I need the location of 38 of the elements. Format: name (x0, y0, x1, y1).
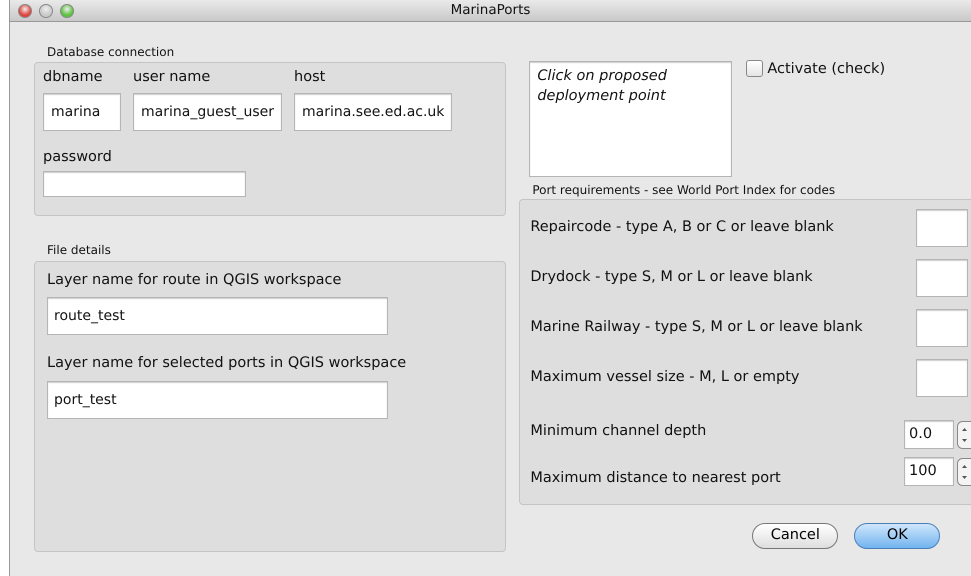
zoom-button[interactable] (60, 4, 74, 18)
input-field[interactable] (916, 259, 968, 298)
field-label: Layer name for route in QGIS workspace (47, 270, 342, 290)
spinner-icon[interactable] (957, 420, 971, 449)
close-button[interactable] (18, 4, 32, 18)
group-title: Port requirements - see World Port Index for codes (531, 183, 836, 197)
field-label: Marine Railway - type S, M or L or leave blank (530, 318, 864, 338)
field-label: Drydock - type S, M or L or leave blank (530, 268, 814, 288)
input-field[interactable]: marina_guest_user (133, 93, 282, 131)
input-field[interactable] (916, 309, 968, 348)
password-field[interactable] (43, 170, 246, 197)
input-field[interactable]: marina (43, 93, 121, 131)
field-label: user name (133, 68, 210, 88)
field-label: Maximum distance to nearest port (530, 468, 782, 488)
spinner-icon[interactable] (957, 458, 971, 486)
group-title: File details (46, 243, 111, 258)
field-label: Layer name for selected ports in QGIS workspace (47, 354, 408, 374)
checkbox-label: Activate (check) (767, 60, 886, 79)
field-label: Maximum vessel size - M, L or empty (530, 368, 800, 388)
field-label: host (294, 68, 326, 88)
checkbox[interactable] (746, 60, 764, 77)
cancel-button[interactable]: Cancel (752, 523, 838, 550)
input-field[interactable]: route_test (47, 297, 388, 336)
input-field[interactable]: marina.see.ed.ac.uk (294, 93, 452, 131)
field-label: Repaircode - type A, B or C or leave blank (530, 218, 835, 238)
field-label: Minimum channel depth (530, 422, 708, 441)
input-field[interactable] (916, 359, 968, 398)
input-field[interactable]: port_test (47, 381, 388, 419)
number-field[interactable]: 100 (904, 457, 954, 486)
field-label: dbname (43, 68, 103, 88)
minimize-button[interactable] (39, 4, 53, 18)
window-title: MarinaPorts (450, 1, 532, 20)
group-title: Database connection (46, 45, 174, 59)
number-field[interactable]: 0.0 (904, 420, 954, 450)
message-box[interactable]: Click on proposed deployment point (529, 61, 732, 177)
ok-button[interactable]: OK (854, 523, 940, 550)
field-label: password (43, 148, 113, 167)
input-field[interactable] (916, 209, 968, 248)
